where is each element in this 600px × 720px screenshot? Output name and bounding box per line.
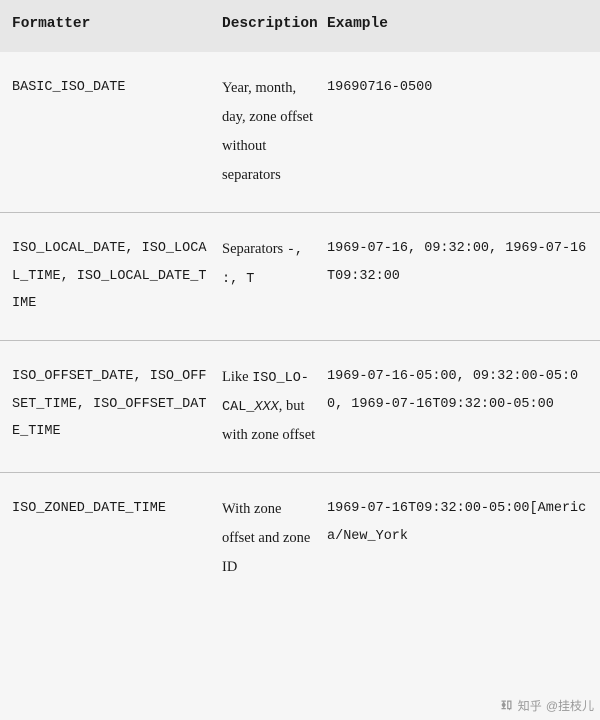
header-description: Description — [222, 16, 327, 32]
table-header-row: Formatter Description Example — [0, 0, 600, 52]
formatter-cell: ISO_ZONED_DATE_TIME — [12, 495, 222, 582]
desc-text: Separators — [222, 241, 287, 257]
example-cell: 1969-07-16-05:00, 09:32:00-05:00, 1969-0… — [327, 363, 588, 450]
description-cell: Year, month, day, zone offset without se… — [222, 74, 327, 190]
zhihu-icon — [499, 698, 514, 713]
table-row: BASIC_ISO_DATE Year, month, day, zone of… — [0, 52, 600, 213]
description-cell: Separators -, :, T — [222, 235, 327, 318]
formatter-cell: ISO_OFFSET_DATE, ISO_OFFSET_TIME, ISO_OF… — [12, 363, 222, 450]
example-cell: 19690716-0500 — [327, 74, 588, 190]
table-row: ISO_OFFSET_DATE, ISO_OFFSET_TIME, ISO_OF… — [0, 341, 600, 473]
watermark-author: @挂枝儿 — [546, 697, 594, 714]
formatter-table: Formatter Description Example BASIC_ISO_… — [0, 0, 600, 622]
description-cell: With zone offset and zone ID — [222, 495, 327, 582]
header-formatter: Formatter — [12, 16, 222, 32]
header-example: Example — [327, 16, 588, 32]
desc-text: Like — [222, 369, 252, 385]
table-row: ISO_ZONED_DATE_TIME With zone offset and… — [0, 473, 600, 622]
description-cell: Like ISO_LO-CAL_XXX, but with zone offse… — [222, 363, 327, 450]
example-cell: 1969-07-16T09:32:00-05:00[America/New_Yo… — [327, 495, 588, 582]
formatter-cell: BASIC_ISO_DATE — [12, 74, 222, 190]
watermark-source: 知乎 — [518, 697, 542, 714]
desc-mono-italic: XXX — [254, 400, 278, 415]
watermark: 知乎 @挂枝儿 — [499, 697, 594, 714]
table-row: ISO_LOCAL_DATE, ISO_LOCAL_TIME, ISO_LOCA… — [0, 213, 600, 341]
formatter-cell: ISO_LOCAL_DATE, ISO_LOCAL_TIME, ISO_LOCA… — [12, 235, 222, 318]
example-cell: 1969-07-16, 09:32:00, 1969-07-16T09:32:0… — [327, 235, 588, 318]
